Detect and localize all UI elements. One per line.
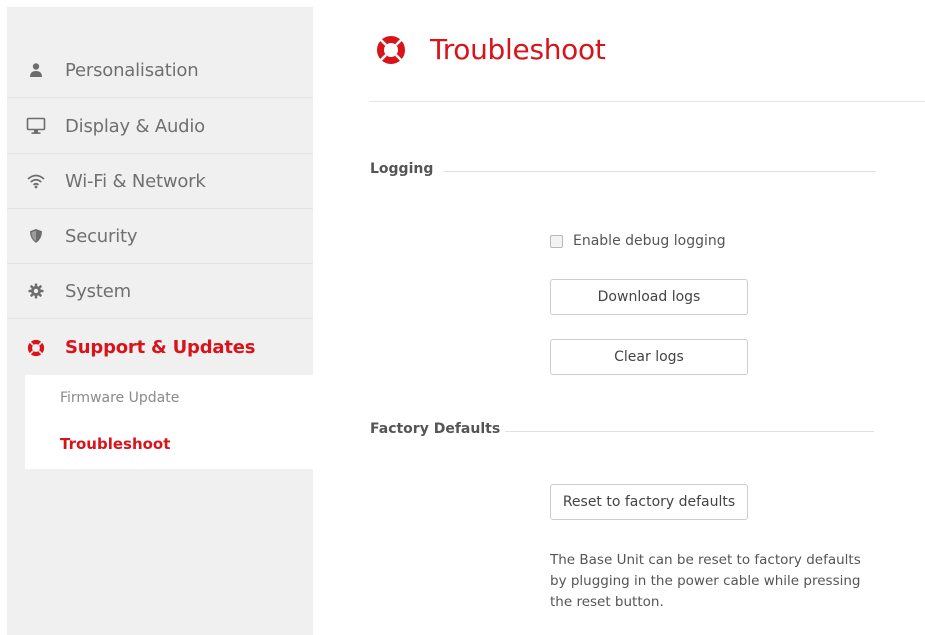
checkbox-box[interactable] (550, 234, 563, 248)
page-header: Troubleshoot (375, 33, 606, 66)
sidebar-item-display-audio[interactable]: Display & Audio (7, 99, 313, 154)
sidebar-item-label: Security (65, 225, 138, 247)
sidebar-item-system[interactable]: System (7, 264, 313, 319)
sidebar-item-label: Personalisation (65, 59, 199, 81)
shield-icon (7, 228, 65, 244)
debug-logging-checkbox[interactable]: Enable debug logging (550, 233, 726, 249)
support-subnav: Firmware Update Troubleshoot (25, 375, 313, 469)
sidebar: Personalisation Display & Audio Wi-Fi & … (7, 7, 313, 635)
sidebar-item-label: Wi-Fi & Network (65, 170, 206, 192)
gear-icon (7, 283, 65, 299)
logging-heading: Logging (370, 161, 434, 177)
sidebar-item-support-updates[interactable]: Support & Updates (7, 320, 313, 375)
sidebar-item-personalisation[interactable]: Personalisation (7, 43, 313, 98)
factory-defaults-heading: Factory Defaults (370, 421, 501, 437)
sidebar-item-label: System (65, 280, 131, 302)
header-divider (369, 101, 925, 102)
monitor-icon (7, 117, 65, 135)
wifi-icon (7, 173, 65, 189)
sidebar-item-label: Display & Audio (65, 115, 205, 137)
person-icon (7, 62, 65, 78)
clear-logs-button[interactable]: Clear logs (550, 339, 748, 375)
lifebuoy-icon (375, 34, 407, 66)
sidebar-item-wifi-network[interactable]: Wi-Fi & Network (7, 154, 313, 209)
debug-logging-label: Enable debug logging (573, 233, 726, 249)
logging-divider (443, 171, 876, 172)
factory-defaults-divider (505, 431, 874, 432)
settings-page: Personalisation Display & Audio Wi-Fi & … (0, 0, 925, 635)
download-logs-button[interactable]: Download logs (550, 279, 748, 315)
subnav-item-troubleshoot[interactable]: Troubleshoot (60, 435, 170, 453)
sidebar-item-security[interactable]: Security (7, 209, 313, 264)
sidebar-item-label: Support & Updates (65, 337, 256, 358)
subnav-item-firmware-update[interactable]: Firmware Update (60, 390, 179, 406)
reset-factory-defaults-button[interactable]: Reset to factory defaults (550, 484, 748, 520)
lifebuoy-icon (7, 339, 65, 357)
factory-reset-note: The Base Unit can be reset to factory de… (550, 552, 861, 610)
page-title: Troubleshoot (430, 33, 606, 66)
